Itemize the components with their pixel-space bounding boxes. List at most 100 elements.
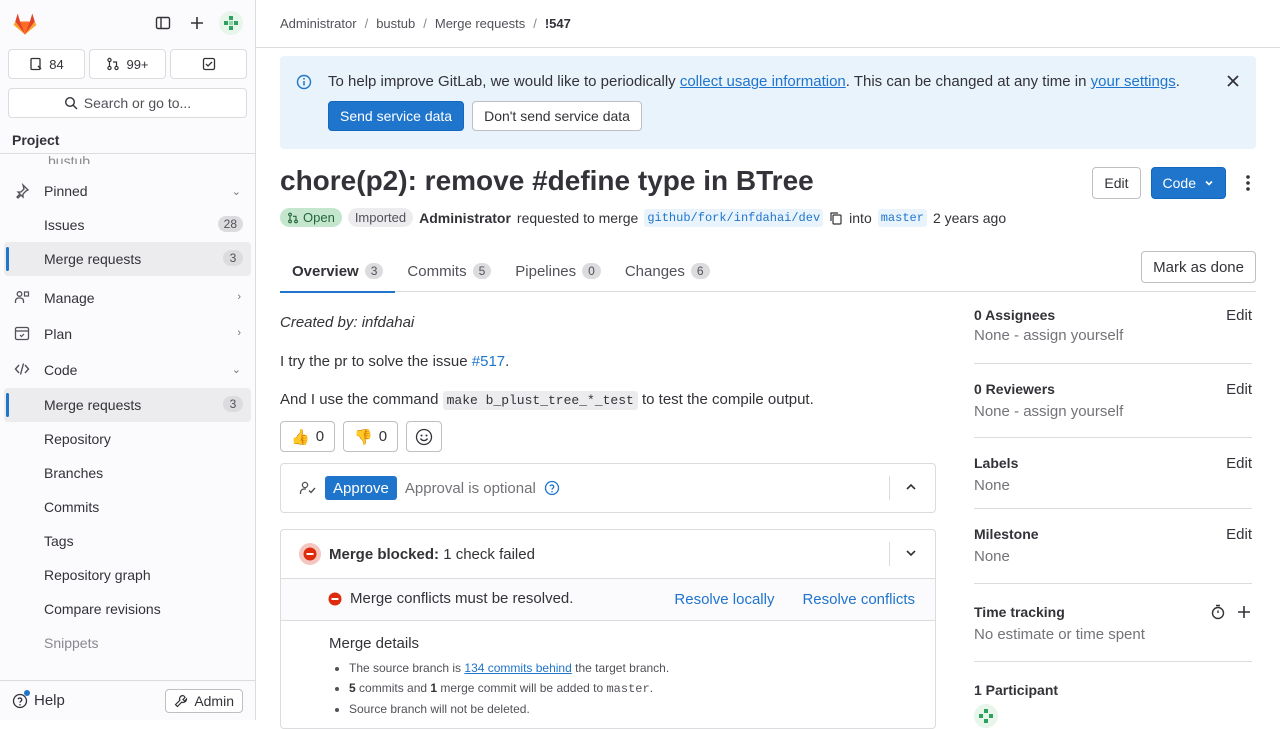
search-button[interactable]: Search or go to...	[8, 88, 247, 118]
collect-usage-link[interactable]: collect usage information	[680, 73, 846, 90]
merge-blocked-label: Merge blocked:	[329, 545, 440, 563]
sidebar-item-project-name[interactable]: bustub	[4, 154, 251, 164]
user-avatar[interactable]	[219, 11, 243, 35]
sidebar-item-label: Commits	[44, 499, 100, 515]
manage-label: Manage	[44, 290, 95, 306]
info-icon	[296, 74, 312, 90]
toggle-sidebar-icon[interactable]	[151, 11, 175, 35]
sidebar-item-repository-graph[interactable]: Repository graph	[4, 558, 251, 592]
commits-behind-link[interactable]: 134 commits behind	[464, 661, 571, 675]
sidebar-item-merge-requests-pinned[interactable]: Merge requests 3	[4, 242, 251, 276]
breadcrumb-current[interactable]: !547	[545, 16, 571, 31]
sidebar-item-label: Merge requests	[44, 397, 142, 413]
help-circle-icon[interactable]	[544, 480, 560, 496]
tab-overview[interactable]: Overview 3	[280, 250, 396, 293]
sidebar-item-commits[interactable]: Commits	[4, 490, 251, 524]
code-dropdown-button[interactable]: Code	[1150, 167, 1226, 199]
reviewers-heading: 0 Reviewers	[974, 381, 1055, 397]
sidebar-item-label: Repository	[44, 431, 111, 447]
merge-requests-badge: 3	[223, 396, 243, 412]
target-branch[interactable]: master	[877, 208, 927, 227]
source-branch[interactable]: github/fork/infdahai/dev	[644, 208, 824, 227]
sidebar-section-plan[interactable]: Plan ›	[4, 316, 251, 352]
todo-button[interactable]	[170, 49, 247, 79]
sidebar-section-code[interactable]: Code ⌄	[4, 352, 251, 388]
merge-details-list: The source branch is 134 commits behind …	[349, 658, 935, 719]
milestone-edit-button[interactable]: Edit	[1226, 526, 1252, 543]
breadcrumb-separator: /	[533, 16, 537, 31]
add-reaction-button[interactable]	[406, 421, 443, 452]
breadcrumb-item[interactable]: Administrator	[280, 16, 357, 31]
issue-link[interactable]: #517	[472, 353, 505, 370]
sidebar-item-repository[interactable]: Repository	[4, 422, 251, 456]
main-content: Administrator / bustub / Merge requests / !…	[256, 0, 1280, 729]
approve-button[interactable]: Approve	[325, 476, 397, 500]
participant-avatar[interactable]	[974, 704, 998, 728]
pin-icon	[16, 183, 30, 199]
sidebar-item-label: Branches	[44, 465, 104, 481]
search-label: Search or go to...	[83, 95, 192, 111]
merge-requests-count-button[interactable]: 99+	[89, 49, 166, 79]
create-new-icon[interactable]	[185, 11, 209, 35]
send-service-data-button[interactable]: Send service data	[328, 101, 465, 131]
help-button[interactable]: Help	[12, 690, 65, 709]
admin-button[interactable]: Admin	[165, 688, 243, 713]
sidebar-section-manage[interactable]: Manage ›	[4, 280, 251, 316]
close-icon[interactable]	[1226, 74, 1240, 88]
stopwatch-icon[interactable]	[1210, 604, 1226, 620]
sidebar-footer: Help Admin	[0, 680, 255, 720]
tab-pipelines[interactable]: Pipelines 0	[503, 250, 613, 292]
wrench-icon	[174, 694, 188, 707]
merge-request-icon	[107, 57, 120, 71]
more-actions-icon[interactable]	[1240, 173, 1256, 193]
chevron-down-icon[interactable]	[905, 547, 917, 559]
sidebar-item-tags[interactable]: Tags	[4, 524, 251, 558]
your-settings-link[interactable]: your settings	[1091, 73, 1176, 90]
chevron-up-icon[interactable]	[905, 481, 917, 493]
copy-icon[interactable]	[829, 211, 843, 225]
participants-section: 1 Participant	[974, 662, 1252, 728]
assignees-edit-button[interactable]: Edit	[1226, 307, 1252, 324]
sidebar-item-label: Merge requests	[44, 251, 142, 267]
sidebar-item-merge-requests[interactable]: Merge requests 3	[4, 388, 251, 422]
sidebar-item-branches[interactable]: Branches	[4, 456, 251, 490]
description-text: I try the pr to solve the issue	[280, 353, 472, 370]
author-name[interactable]: Administrator	[419, 210, 511, 226]
search-icon	[64, 96, 78, 110]
tab-commits[interactable]: Commits 5	[395, 250, 503, 292]
edit-button[interactable]: Edit	[1092, 167, 1141, 199]
gitlab-logo-icon[interactable]	[12, 11, 38, 37]
issues-count-button[interactable]: 84	[8, 49, 85, 79]
description-text: .	[505, 353, 510, 370]
thumbs-down-button[interactable]: 👎 0	[343, 421, 399, 452]
sidebar-item-compare-revisions[interactable]: Compare revisions	[4, 592, 251, 626]
sidebar-item-issues[interactable]: Issues 28	[4, 208, 251, 242]
sidebar-item-label: Snippets	[44, 635, 99, 651]
thumbs-up-count: 0	[315, 428, 325, 445]
thumbs-up-button[interactable]: 👍 0	[280, 421, 336, 452]
sidebar-section-pinned[interactable]: Pinned ⌄	[4, 174, 251, 208]
reviewers-value[interactable]: None - assign yourself	[974, 403, 1252, 420]
breadcrumb-item[interactable]: bustub	[376, 16, 415, 31]
resolve-locally-link[interactable]: Resolve locally	[674, 591, 774, 608]
breadcrumb-item[interactable]: Merge requests	[435, 16, 525, 31]
sidebar-item-snippets[interactable]: Snippets	[4, 626, 251, 660]
project-heading: Project	[0, 127, 255, 154]
usage-banner: To help improve GitLab, we would like to…	[280, 56, 1256, 149]
mark-as-done-button[interactable]: Mark as done	[1141, 251, 1256, 283]
reviewers-edit-button[interactable]: Edit	[1226, 381, 1252, 398]
assignees-value[interactable]: None - assign yourself	[974, 327, 1252, 344]
page-title: chore(p2): remove #define type in BTree	[280, 165, 814, 196]
labels-edit-button[interactable]: Edit	[1226, 455, 1252, 472]
divider	[889, 542, 890, 566]
add-time-icon[interactable]	[1236, 604, 1252, 620]
labels-section: Labels None Edit	[974, 438, 1252, 509]
description-line: I try the pr to solve the issue #517.	[280, 353, 936, 370]
resolve-conflicts-link[interactable]: Resolve conflicts	[802, 591, 915, 608]
tab-count: 6	[690, 263, 710, 279]
detail-text: the target branch.	[571, 661, 670, 675]
assignees-heading: 0 Assignees	[974, 307, 1056, 323]
mr-description: Created by: infdahai I try the pr to sol…	[280, 300, 936, 452]
tab-changes[interactable]: Changes 6	[613, 250, 722, 292]
dont-send-service-data-button[interactable]: Don't send service data	[472, 101, 642, 131]
